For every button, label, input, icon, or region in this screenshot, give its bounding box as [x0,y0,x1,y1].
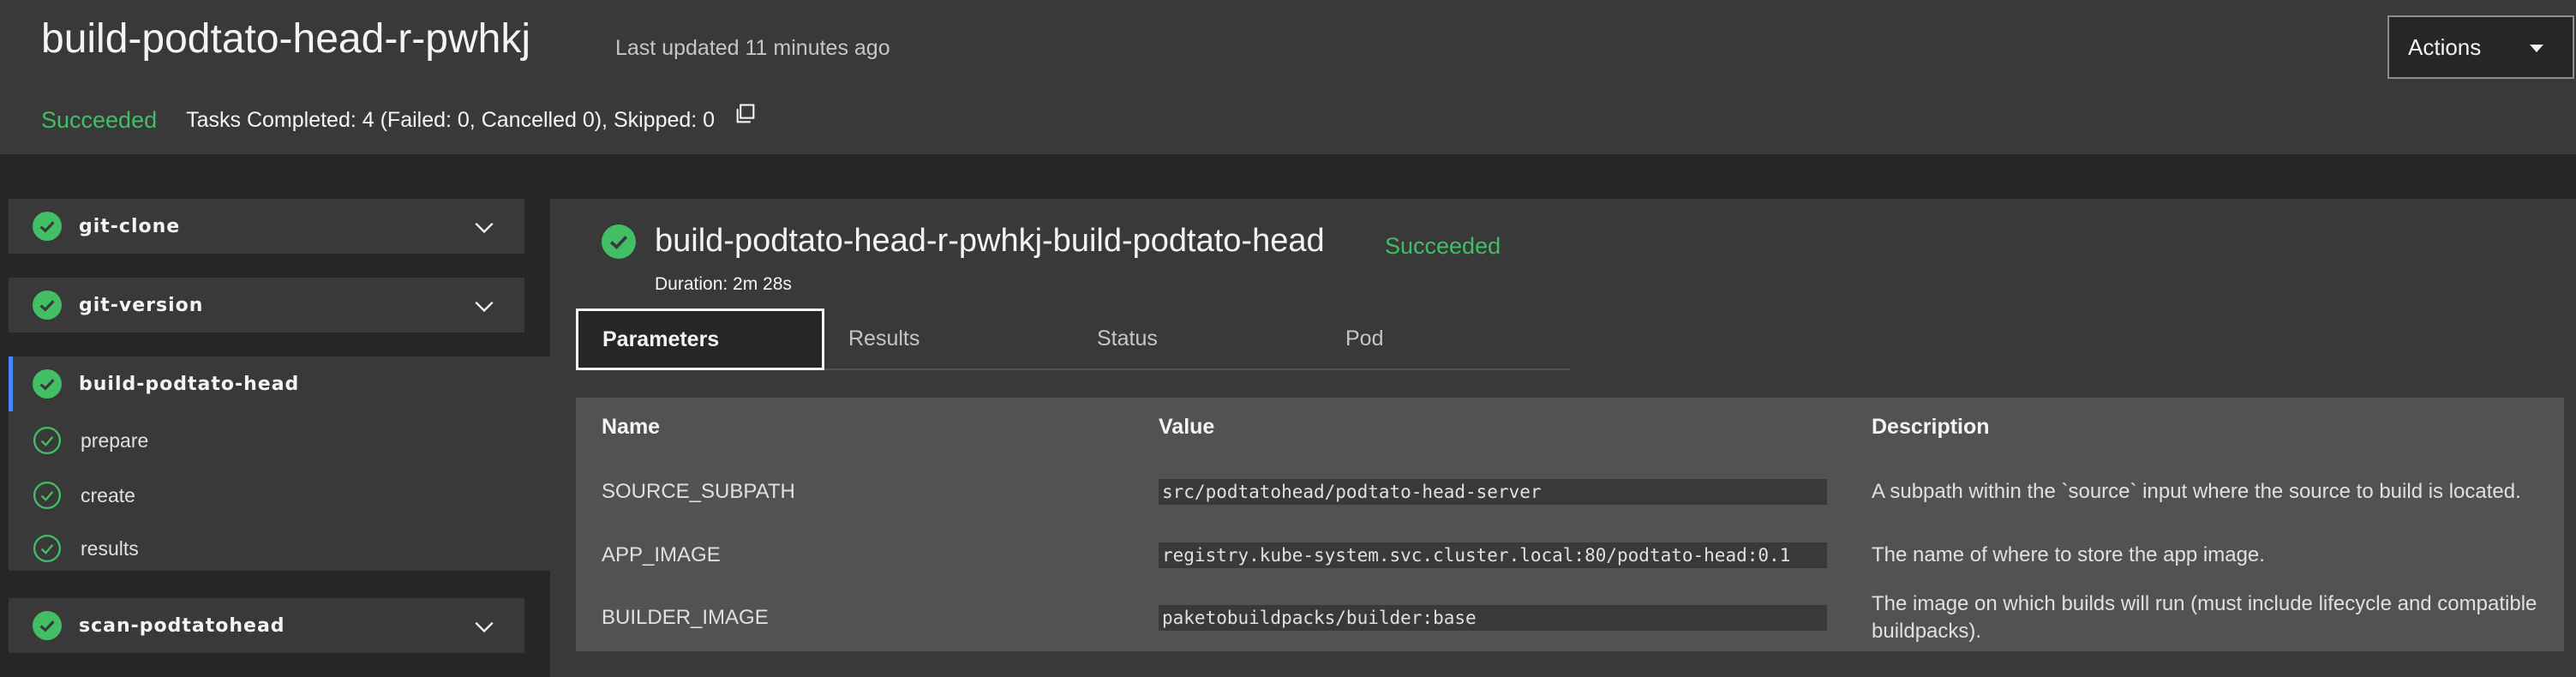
param-value: paketobuildpacks/builder:base [1159,605,1827,631]
checkmark-outline-icon [33,534,62,563]
status-line: Succeeded Tasks Completed: 4 (Failed: 0,… [41,104,758,133]
task-selected-header[interactable]: build-podtato-head [9,356,550,411]
checkmark-filled-icon [33,611,62,640]
tab-pod[interactable]: Pod [1321,309,1570,370]
step-item-create[interactable]: create [9,471,135,519]
task-item-build-podtato-head: build-podtato-head prepare create result… [9,356,550,571]
param-description: A subpath within the `source` input wher… [1872,480,2521,503]
checkmark-filled-icon [33,291,62,320]
task-details-panel: build-podtato-head-r-pwhkj-build-podtato… [550,199,2576,677]
checkmark-outline-icon [33,481,62,510]
param-description: The image on which builds will run (must… [1872,592,2537,643]
tab-results[interactable]: Results [824,309,1073,370]
detail-tabs: Parameters Results Status Pod [576,309,1570,370]
run-status: Succeeded [41,106,158,133]
task-item-scan-podtatohead[interactable]: scan-podtatohead [9,598,524,653]
caret-down-icon [2530,45,2543,52]
step-label: create [81,483,135,506]
last-updated-text: Last updated 11 minutes ago [615,36,890,60]
chevron-down-icon[interactable] [473,216,495,238]
table-row: APP_IMAGE registry.kube-system.svc.clust… [576,524,2564,587]
param-description: The name of where to store the app image… [1872,543,2265,566]
actions-dropdown[interactable]: Actions [2387,15,2574,79]
chevron-down-icon[interactable] [473,615,495,638]
task-status: Succeeded [1385,233,1501,259]
tab-parameters[interactable]: Parameters [576,309,824,370]
task-item-git-version[interactable]: git-version [9,278,524,333]
task-label: scan-podtatohead [79,614,285,637]
task-item-git-clone[interactable]: git-clone [9,199,524,254]
param-name: BUILDER_IMAGE [602,606,769,629]
tasks-summary: Tasks Completed: 4 (Failed: 0, Cancelled… [186,107,716,132]
checkmark-filled-icon [33,212,62,241]
param-value: src/podtatohead/podtato-head-server [1159,479,1827,505]
page-title: build-podtato-head-r-pwhkj [41,16,530,62]
column-header-name: Name [602,415,661,439]
task-label: git-version [79,294,204,316]
checkmark-filled-icon [33,369,62,398]
tab-status[interactable]: Status [1073,309,1321,370]
step-item-prepare[interactable]: prepare [9,416,148,464]
checkmark-outline-icon [33,426,62,455]
param-name: SOURCE_SUBPATH [602,480,795,503]
chevron-down-icon[interactable] [473,295,495,317]
step-item-results[interactable]: results [9,524,139,572]
task-label: git-clone [79,215,181,237]
column-header-value: Value [1159,415,1215,439]
param-name: APP_IMAGE [602,543,721,566]
checkmark-filled-icon [602,225,636,259]
table-row: SOURCE_SUBPATH src/podtatohead/podtato-h… [576,460,2564,524]
parameters-table: Name Value Description SOURCE_SUBPATH sr… [576,398,2564,651]
table-row: BUILDER_IMAGE paketobuildpacks/builder:b… [576,586,2564,650]
column-header-description: Description [1872,415,1990,439]
copy-icon[interactable] [734,102,758,126]
task-duration: Duration: 2m 28s [655,274,792,294]
actions-label: Actions [2408,33,2482,60]
step-label: results [81,536,139,560]
pipeline-run-header: build-podtato-head-r-pwhkj Last updated … [0,0,2576,154]
task-title: build-podtato-head-r-pwhkj-build-podtato… [655,223,1325,259]
step-label: prepare [81,428,149,452]
task-label: build-podtato-head [79,373,300,395]
param-value: registry.kube-system.svc.cluster.local:8… [1159,542,1827,568]
